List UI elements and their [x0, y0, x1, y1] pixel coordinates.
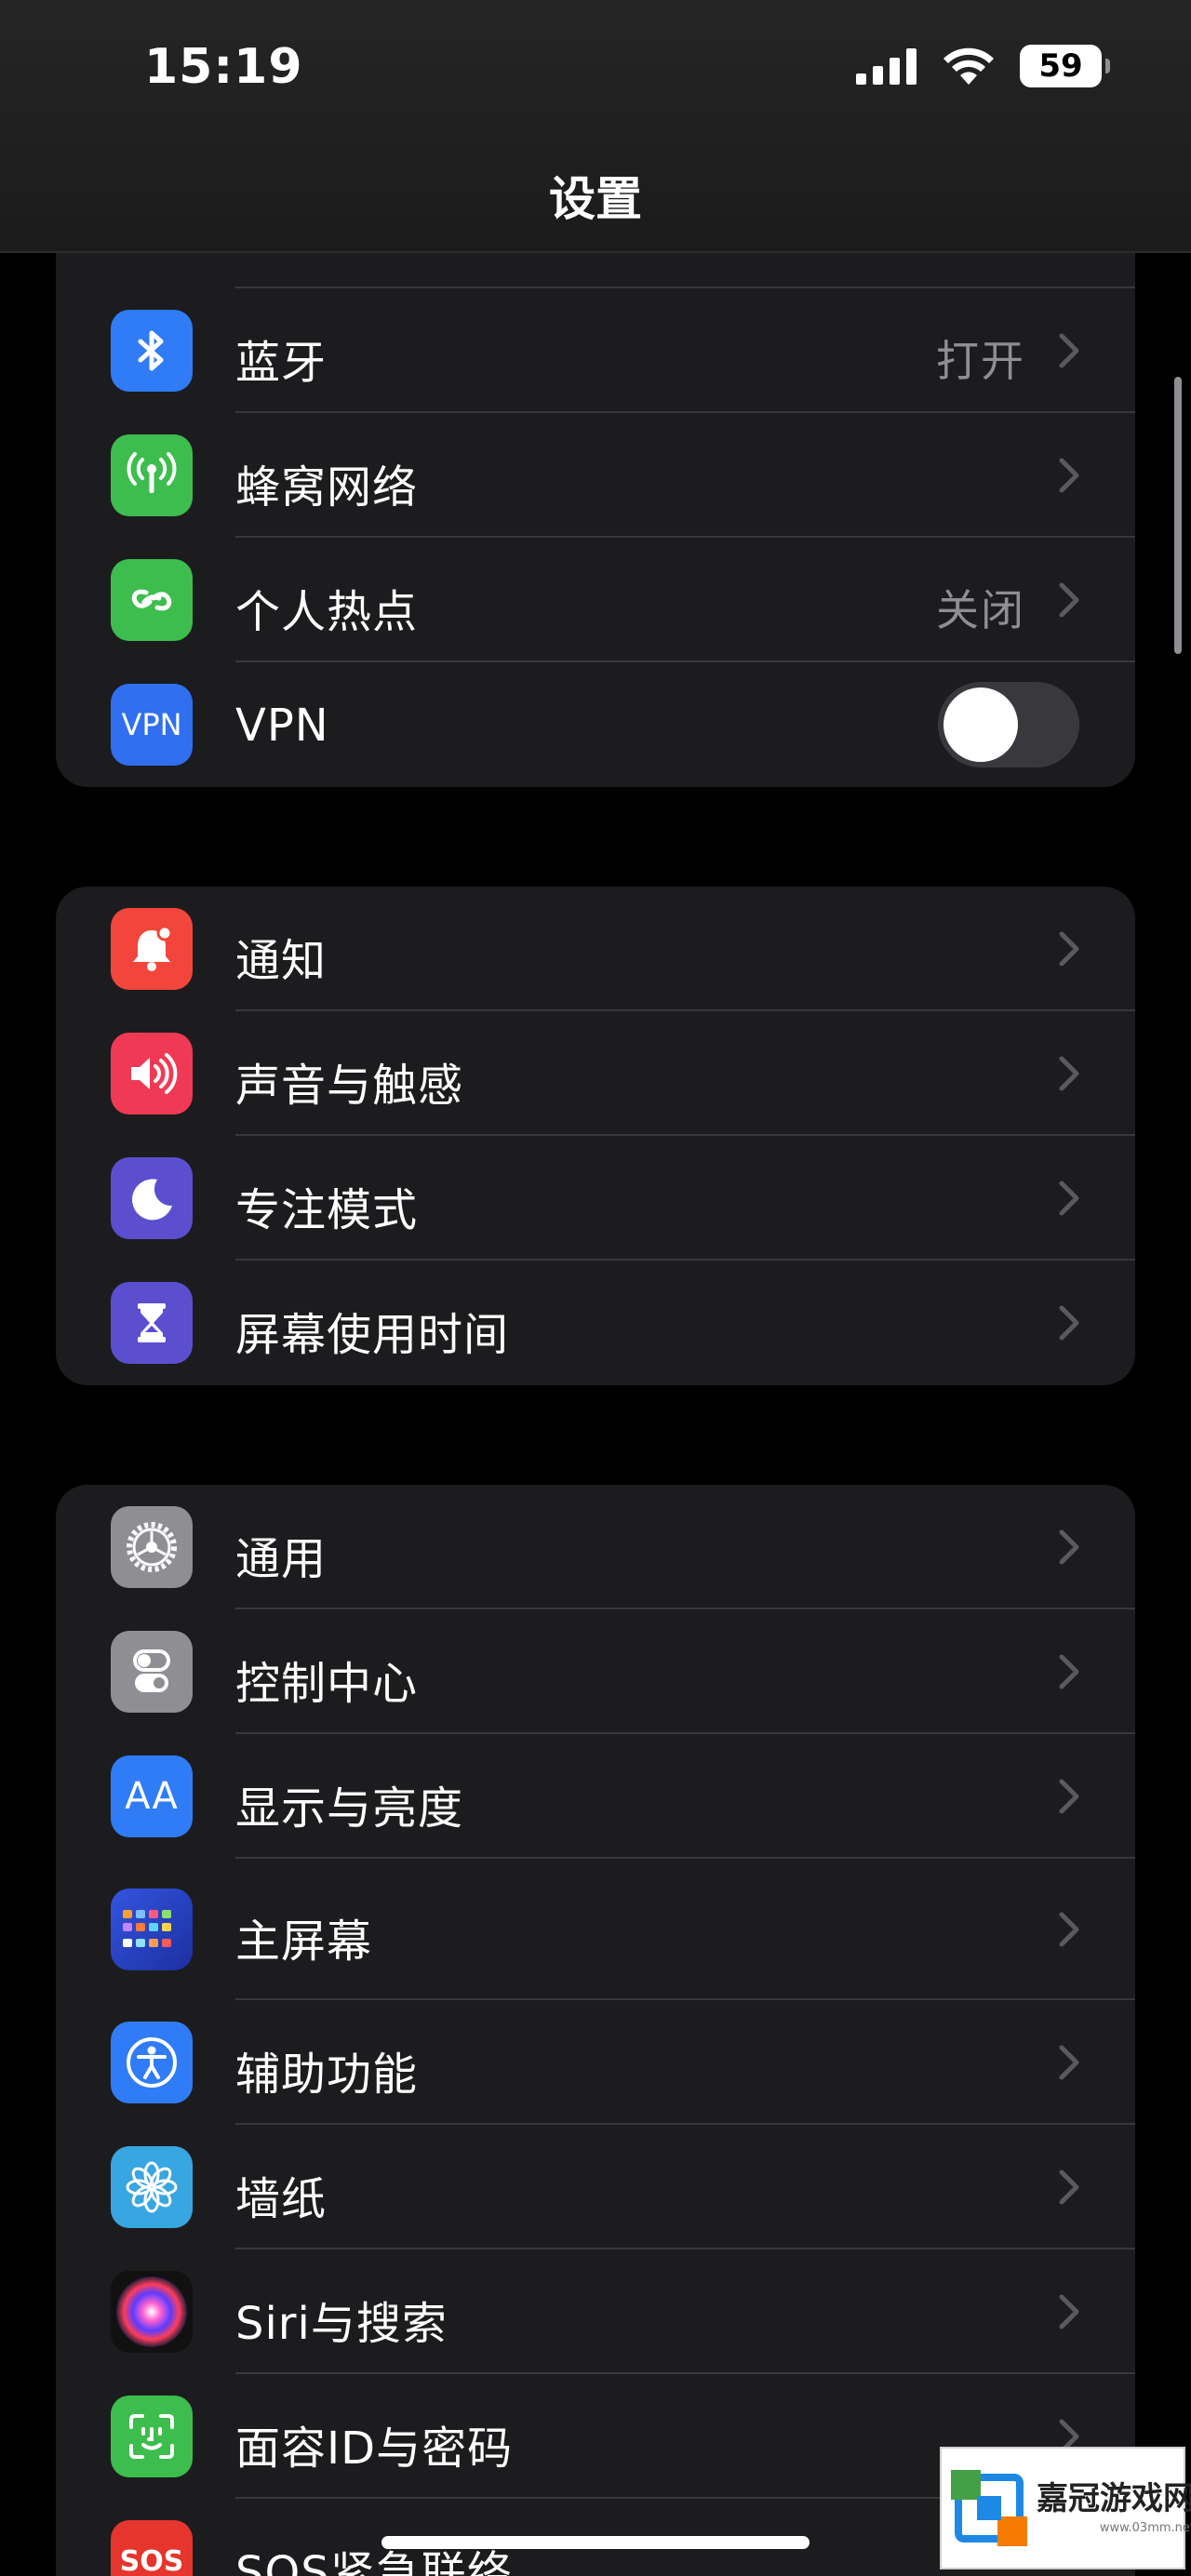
- bluetooth-status: 打开: [936, 336, 1025, 386]
- general-label: 通用: [235, 1533, 328, 1585]
- settings-row-general[interactable]: 通用: [56, 1485, 1135, 1609]
- watermark-url: www.03mm.net: [1099, 2521, 1191, 2535]
- cellular-antenna-icon: [111, 434, 193, 516]
- chevron-right-icon: [1059, 1912, 1079, 1947]
- chevron-right-icon: [1059, 1779, 1079, 1814]
- chevron-right-icon: [1059, 458, 1079, 493]
- settings-row-hotspot[interactable]: 个人热点 关闭: [56, 538, 1135, 662]
- settings-row-siri[interactable]: Siri与搜索: [56, 2249, 1135, 2374]
- notifications-label: 通知: [235, 935, 328, 987]
- focus-label: 专注模式: [235, 1184, 419, 1236]
- watermark-text: 嘉冠游戏网: [1037, 2480, 1191, 2517]
- app-grid-icon: [111, 1889, 193, 1970]
- hourglass-icon: [111, 1282, 193, 1364]
- siri-orb-icon: [111, 2271, 193, 2353]
- signal-icon: [856, 48, 917, 85]
- chevron-right-icon: [1059, 1181, 1079, 1216]
- settings-row-notifications[interactable]: 通知: [56, 887, 1135, 1011]
- bluetooth-icon: [111, 310, 193, 392]
- chevron-right-icon: [1059, 2294, 1079, 2329]
- face-id-icon: [111, 2396, 193, 2477]
- sounds-label: 声音与触感: [235, 1060, 464, 1112]
- settings-row-bluetooth[interactable]: 蓝牙 打开: [56, 288, 1135, 413]
- vpn-label: VPN: [235, 700, 329, 752]
- text-size-icon: AA: [111, 1755, 193, 1837]
- page-title: 设置: [549, 172, 642, 226]
- bell-icon: [111, 908, 193, 990]
- settings-row-wallpaper[interactable]: 墙纸: [56, 2125, 1135, 2249]
- status-time: 15:19: [144, 39, 303, 95]
- toggle-knob: [943, 687, 1018, 762]
- general-group: 通用 控制中心 AA 显示与亮度 主屏幕 辅助功能 墙纸 Siri与搜索 面容I…: [56, 1485, 1135, 2576]
- settings-row-control-center[interactable]: 控制中心: [56, 1609, 1135, 1734]
- navigation-bar: 15:19 59 设置: [0, 0, 1191, 253]
- settings-row-accessibility[interactable]: 辅助功能: [56, 2000, 1135, 2125]
- battery-indicator: 59: [1020, 45, 1110, 87]
- chevron-right-icon: [1059, 1654, 1079, 1689]
- settings-row-screen-time[interactable]: 屏幕使用时间: [56, 1261, 1135, 1385]
- bluetooth-label: 蓝牙: [235, 337, 328, 389]
- chevron-right-icon: [1059, 2045, 1079, 2080]
- gear-icon: [111, 1506, 193, 1588]
- hotspot-status: 关闭: [936, 585, 1025, 635]
- chevron-right-icon: [1059, 333, 1079, 368]
- chevron-right-icon: [1059, 1305, 1079, 1341]
- chevron-right-icon: [1059, 1529, 1079, 1565]
- hotspot-link-icon: [111, 559, 193, 641]
- chevron-right-icon: [1059, 582, 1079, 618]
- vpn-icon: VPN: [111, 684, 193, 766]
- watermark: 嘉冠游戏网 www.03mm.net: [940, 2447, 1191, 2569]
- settings-row-sounds[interactable]: 声音与触感: [56, 1011, 1135, 1136]
- connectivity-group: 蓝牙 打开 蜂窝网络 个人热点 关闭 VPN VPN: [56, 203, 1135, 787]
- display-label: 显示与亮度: [235, 1782, 464, 1835]
- watermark-logo: [949, 2468, 1029, 2548]
- siri-label: Siri与搜索: [235, 2298, 448, 2350]
- wifi-icon: [943, 47, 994, 85]
- accessibility-icon: [111, 2022, 193, 2103]
- hotspot-label: 个人热点: [235, 586, 419, 638]
- settings-row-display[interactable]: AA 显示与亮度: [56, 1734, 1135, 1859]
- chevron-right-icon: [1059, 1056, 1079, 1091]
- screen-time-label: 屏幕使用时间: [235, 1309, 510, 1361]
- control-center-label: 控制中心: [235, 1658, 419, 1710]
- settings-row-vpn[interactable]: VPN VPN: [56, 662, 1135, 787]
- vpn-toggle[interactable]: [938, 682, 1079, 767]
- settings-row-focus[interactable]: 专注模式: [56, 1136, 1135, 1261]
- toggles-icon: [111, 1631, 193, 1713]
- chevron-right-icon: [1059, 2169, 1079, 2205]
- scroll-indicator[interactable]: [1174, 377, 1182, 654]
- sos-icon-text: SOS: [119, 2544, 184, 2576]
- display-icon-text: AA: [125, 1775, 179, 1818]
- cellular-label: 蜂窝网络: [235, 461, 419, 514]
- home-screen-label: 主屏幕: [235, 1915, 373, 1968]
- speaker-icon: [111, 1033, 193, 1114]
- settings-screen: 15:19 59 设置 蓝牙 打开 蜂窝网络 个人热点 关闭 VPN VPN 通…: [0, 0, 1191, 2576]
- vpn-icon-text: VPN: [121, 707, 182, 742]
- settings-row-home-screen[interactable]: 主屏幕: [56, 1859, 1135, 2000]
- status-icons: 59: [856, 45, 1110, 87]
- notifications-group: 通知 声音与触感 专注模式 屏幕使用时间: [56, 887, 1135, 1385]
- moon-icon: [111, 1157, 193, 1239]
- settings-row-cellular[interactable]: 蜂窝网络: [56, 413, 1135, 538]
- home-indicator[interactable]: [381, 2536, 810, 2549]
- chevron-right-icon: [1059, 931, 1079, 967]
- face-id-label: 面容ID与密码: [235, 2423, 514, 2475]
- accessibility-label: 辅助功能: [235, 2049, 419, 2101]
- sos-icon: SOS: [111, 2520, 193, 2576]
- wallpaper-label: 墙纸: [235, 2173, 328, 2225]
- flower-icon: [111, 2146, 193, 2228]
